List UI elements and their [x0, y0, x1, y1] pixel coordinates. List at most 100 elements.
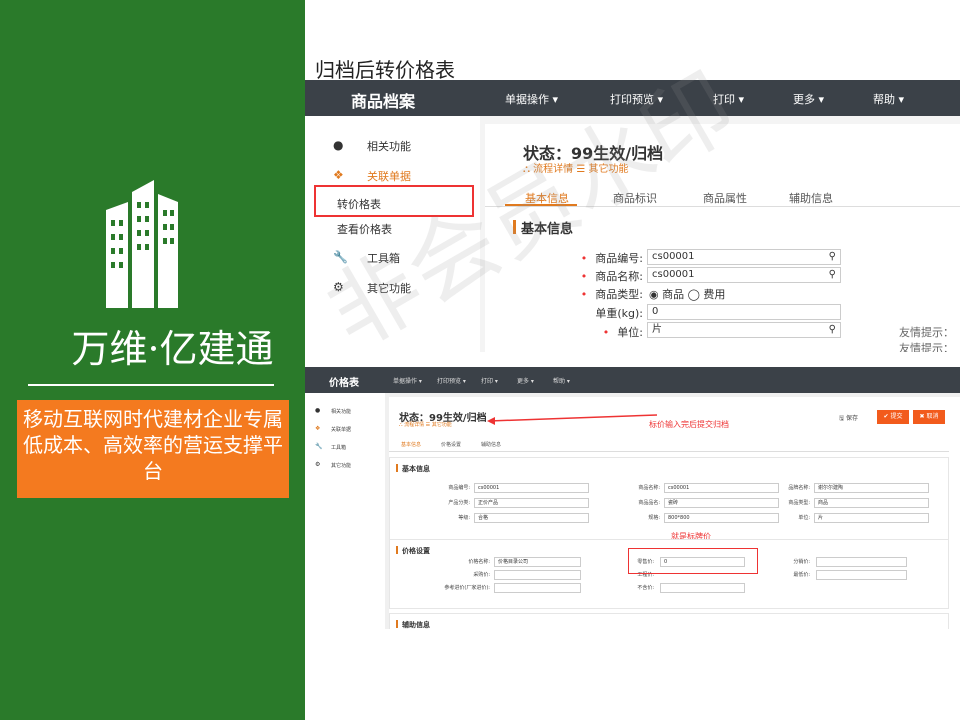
search-icon[interactable]: ⚲ [829, 268, 836, 282]
section-title: 辅助信息 [402, 621, 430, 629]
unit-input[interactable]: 片 ⚲ [647, 322, 841, 338]
section-marker [396, 464, 398, 472]
wrench-icon: 🔧 [315, 443, 323, 450]
divider [28, 384, 274, 386]
price-name-input[interactable]: 价格目录公司 [494, 557, 581, 567]
menu-help[interactable]: 帮助 ▾ [873, 91, 904, 107]
field-label: • 商品名称: [580, 270, 643, 283]
sidebar-item-toolbox[interactable]: 工具箱 [367, 250, 400, 266]
purchase-price-input[interactable] [494, 570, 581, 580]
menu-help[interactable]: 帮助 ▾ [553, 376, 570, 385]
retail-price-highlight [628, 548, 758, 574]
field-label: • 单位: [602, 326, 643, 339]
gears-icon: ⚙ [315, 461, 321, 468]
field-label: 分销价: [793, 559, 810, 565]
section-title: 基本信息 [402, 465, 430, 473]
tab-price-settings[interactable]: 价格设置 [441, 441, 461, 448]
category-input[interactable]: 正价产品 [474, 498, 589, 508]
field-label: 单位: [798, 515, 810, 521]
menu-more[interactable]: 更多 ▾ [793, 91, 824, 107]
price-settings-panel: 价格设置 价格名称: 价格目录公司 采购价: 参考进价(厂家进价): 零售价: … [389, 539, 949, 609]
field-label: 产品分类: [448, 500, 470, 506]
net-price-input[interactable] [660, 583, 745, 593]
product-type-input[interactable]: 商品 [814, 498, 929, 508]
sidebar-item-other[interactable]: 其它功能 [367, 280, 411, 296]
status-links[interactable]: ⛬ 流程详情 ☰ 其它功能 [523, 160, 629, 175]
hint-text: 友情提示： [899, 342, 954, 352]
save-button[interactable]: 🖫 保存 [839, 413, 858, 424]
top-menubar: 商品档案 单据操作 ▾ 打印预览 ▾ 打印 ▾ 更多 ▾ 帮助 ▾ [305, 80, 960, 116]
tab-bar: 基本信息 价格设置 辅助信息 [389, 437, 949, 452]
slide-title: 归档后转价格表 [315, 58, 455, 82]
field-label: 商品品名: [638, 500, 660, 506]
field-label: 等级: [458, 515, 470, 521]
sidebar: ● 相关功能 ❖ 关联单据 转价格表 查看价格表 🔧 工具箱 ⚙ 其它功能 [305, 116, 480, 352]
tab-aux[interactable]: 辅助信息 [481, 441, 501, 448]
hint-text: 友情提示： [899, 326, 954, 339]
unit-weight-input[interactable]: 0 [647, 304, 841, 320]
field-label: 单重(kg): [595, 307, 643, 320]
field-label: 参考进价(厂家进价): [444, 585, 490, 591]
dropbox-icon: ❖ [333, 168, 344, 182]
cancel-button[interactable]: ✖ 取消 [913, 410, 945, 424]
min-price-input[interactable] [816, 570, 907, 580]
search-icon[interactable]: ⚲ [829, 250, 836, 264]
app-title: 商品档案 [351, 92, 416, 111]
submit-annotation: 标价输入完后提交归档 [649, 420, 729, 429]
product-code-input[interactable]: cs00001 [474, 483, 589, 493]
dropbox-icon: ❖ [315, 425, 321, 432]
menu-print[interactable]: 打印 ▾ [713, 91, 744, 107]
menu-print[interactable]: 打印 ▾ [481, 376, 498, 385]
section-marker [513, 220, 516, 234]
tab-aux[interactable]: 辅助信息 [789, 190, 833, 206]
app-title: 价格表 [329, 378, 359, 389]
product-type-radio[interactable]: ◉ 商品 ◯ 费用 [649, 286, 725, 302]
info-icon: ● [333, 138, 344, 152]
menu-doc-ops[interactable]: 单据操作 ▾ [505, 91, 558, 107]
distribution-price-input[interactable] [816, 557, 907, 567]
section-marker [396, 546, 398, 554]
menu-doc-ops[interactable]: 单据操作 ▾ [393, 376, 422, 385]
brand-name-input[interactable]: 谢尔尔建陶 [814, 483, 929, 493]
product-code-input[interactable]: cs00001 ⚲ [647, 249, 841, 265]
field-label: 最低价: [793, 572, 810, 578]
tab-basic[interactable]: 基本信息 [401, 441, 421, 448]
search-icon[interactable]: ⚲ [829, 323, 836, 337]
brand-panel: 万维·亿建通 移动互联网时代建材企业专属低成本、高效率的营运支撑平台 [0, 0, 305, 720]
field-label: 价格名称: [468, 559, 490, 565]
basic-info-panel: 基本信息 商品编号: cs00001 商品名称: cs00001 品牌名称: 谢… [389, 457, 949, 549]
section-title: 基本信息 [521, 222, 574, 237]
brand-slogan: 移动互联网时代建材企业专属低成本、高效率的营运支撑平台 [17, 400, 289, 498]
field-label: 规格: [648, 515, 660, 521]
sidebar: ● 相关功能 ❖ 关联单据 🔧 工具箱 ⚙ 其它功能 [305, 393, 385, 629]
sidebar-item-linked-docs[interactable]: 关联单据 [331, 426, 351, 433]
field-label: 商品类型: [788, 500, 810, 506]
product-name-input[interactable]: cs00001 ⚲ [647, 267, 841, 283]
field-label: 商品名称: [638, 485, 660, 491]
section-title: 价格设置 [402, 547, 430, 555]
sidebar-item-linked-docs[interactable]: 关联单据 [367, 168, 411, 184]
sidebar-item-toolbox[interactable]: 工具箱 [331, 444, 346, 451]
menu-print-preview[interactable]: 打印预览 ▾ [437, 376, 466, 385]
field-label: 采购价: [473, 572, 490, 578]
tab-identifiers[interactable]: 商品标识 [613, 190, 657, 206]
sidebar-item-related[interactable]: 相关功能 [331, 408, 351, 415]
sidebar-item-view-price-list[interactable]: 查看价格表 [337, 221, 392, 237]
sidebar-item-related[interactable]: 相关功能 [367, 138, 411, 154]
tab-attributes[interactable]: 商品属性 [703, 190, 747, 206]
menu-print-preview[interactable]: 打印预览 ▾ [610, 91, 663, 107]
top-menubar: 价格表 单据操作 ▾ 打印预览 ▾ 打印 ▾ 更多 ▾ 帮助 ▾ [305, 367, 960, 393]
unit-input[interactable]: 片 [814, 513, 929, 523]
menu-more[interactable]: 更多 ▾ [517, 376, 534, 385]
product-archive-screenshot: 商品档案 单据操作 ▾ 打印预览 ▾ 打印 ▾ 更多 ▾ 帮助 ▾ ● 相关功能… [305, 80, 960, 352]
grade-input[interactable]: 合格 [474, 513, 589, 523]
field-label: 不含价: [637, 585, 654, 591]
section-marker [396, 620, 398, 628]
info-icon: ● [315, 407, 321, 414]
sidebar-item-other[interactable]: 其它功能 [331, 462, 351, 469]
active-tab-indicator [505, 204, 577, 206]
submit-button[interactable]: ✔ 提交 [877, 410, 909, 424]
status-links[interactable]: ⛬ 流程详情 ☰ 其它功能 [399, 421, 452, 428]
aux-info-panel: 辅助信息 [389, 613, 949, 629]
reference-price-input[interactable] [494, 583, 581, 593]
